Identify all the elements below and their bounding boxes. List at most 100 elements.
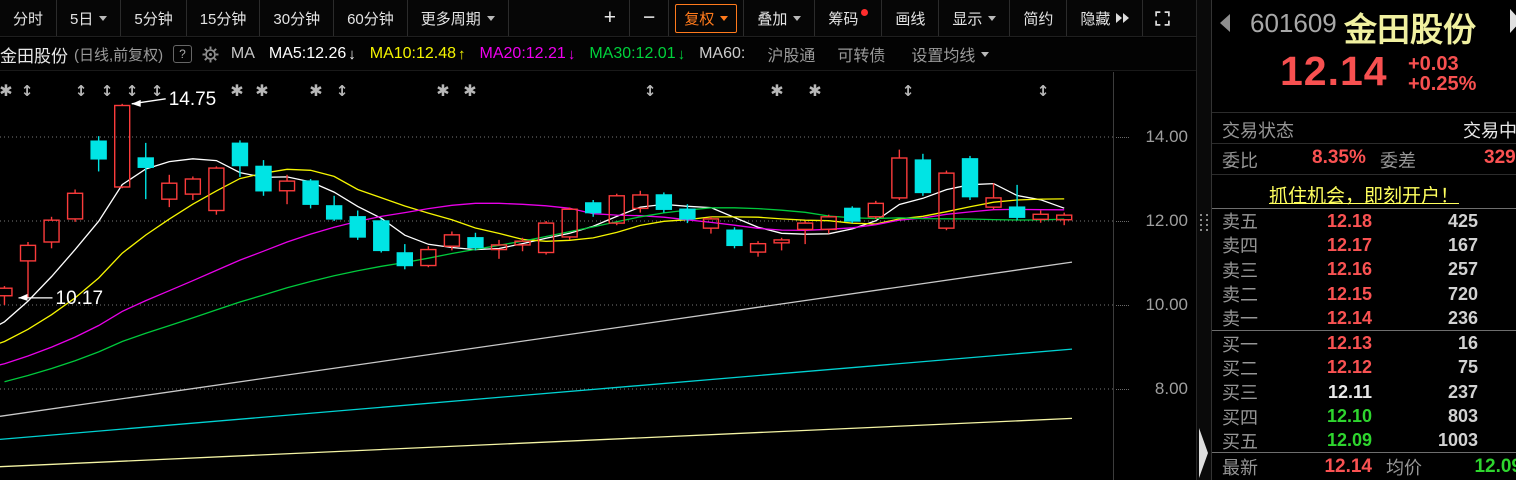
ma-value-1: MA10:12.48↑ <box>370 45 466 63</box>
sell-level-row-4[interactable]: 卖二12.15720 <box>1212 282 1516 306</box>
level-price: 12.14 <box>1284 308 1372 329</box>
panel-collapse-arrow-icon[interactable] <box>1199 428 1208 478</box>
annotation-label-10.17: 10.17 <box>56 288 104 309</box>
draw-line-button[interactable]: 画线 <box>882 0 939 36</box>
sell-level-row-5[interactable]: 卖一12.14236 <box>1212 306 1516 330</box>
level-price: 12.15 <box>1284 284 1372 305</box>
ex-dividend-marker-icon[interactable]: ✱ <box>463 81 476 100</box>
candle-down <box>327 206 342 219</box>
buy-level-row-1[interactable]: 买一12.1316 <box>1212 331 1516 355</box>
double-right-arrow-icon <box>1115 13 1129 23</box>
level-price: 12.18 <box>1284 211 1372 232</box>
period-button-15min[interactable]: 15分钟 <box>187 0 261 36</box>
ma-values-group: MA5:12.26↓MA10:12.48↑MA20:12.21↓MA30:12.… <box>255 45 745 63</box>
axis-label-8.00: 8.00 <box>1155 379 1188 399</box>
level-label: 卖四 <box>1212 232 1284 258</box>
candle-down <box>374 221 389 250</box>
notification-dot-icon <box>861 9 868 16</box>
ma-settings-label: 设置均线 <box>911 42 975 66</box>
period-button-60min[interactable]: 60分钟 <box>334 0 408 36</box>
candle-up <box>21 245 36 261</box>
candle-down <box>350 217 365 237</box>
buy-level-row-5[interactable]: 买五12.091003 <box>1212 429 1516 453</box>
gear-icon <box>202 46 219 63</box>
drag-grip-icon[interactable] <box>1200 214 1208 234</box>
buy-level-row-3[interactable]: 买三12.11237 <box>1212 380 1516 404</box>
level-volume: 16 <box>1372 333 1516 354</box>
trade-status-label: 交易状态 <box>1222 117 1294 143</box>
ex-dividend-marker-icon[interactable]: ✱ <box>436 81 449 100</box>
axis-label-10.00: 10.00 <box>1145 295 1188 315</box>
ma-value-0: MA5:12.26↓ <box>269 45 356 63</box>
sell-level-row-1[interactable]: 卖五12.18425 <box>1212 209 1516 233</box>
candle-down <box>138 158 153 167</box>
ex-dividend-marker-icon[interactable]: ✱ <box>230 81 243 100</box>
next-stock-arrow-icon[interactable] <box>1510 9 1516 33</box>
candle-up <box>444 235 459 246</box>
zoom-in-button[interactable]: + <box>591 0 630 36</box>
level-volume: 237 <box>1372 382 1516 403</box>
candle-up <box>280 181 295 191</box>
annotation-arrowhead <box>19 294 28 301</box>
ex-dividend-marker-icon[interactable]: ✱ <box>255 81 268 100</box>
event-arrow-marker-icon[interactable]: ↕ <box>644 82 657 100</box>
period-button-5day[interactable]: 5日 <box>57 0 121 36</box>
chips-button[interactable]: 筹码 <box>815 0 882 36</box>
level-label: 买一 <box>1212 331 1284 357</box>
period-button-30min[interactable]: 30分钟 <box>260 0 334 36</box>
level-label: 买二 <box>1212 355 1284 381</box>
period-button-minute[interactable]: 分时 <box>0 0 57 36</box>
fuquan-button[interactable]: 复权 <box>675 4 737 33</box>
axis-tick <box>1116 137 1129 138</box>
fullscreen-button[interactable] <box>1143 0 1182 36</box>
simple-button[interactable]: 简约 <box>1010 0 1067 36</box>
open-account-link[interactable]: 抓住机会，即刻开户！ <box>1212 181 1516 208</box>
stock-tag-1[interactable]: 可转债 <box>837 42 885 66</box>
prev-stock-arrow-icon[interactable] <box>1220 14 1230 32</box>
overlay-button[interactable]: 叠加 <box>744 0 815 36</box>
annotation-label-14.75: 14.75 <box>169 89 217 110</box>
ma-settings-button[interactable]: 设置均线 <box>911 42 989 66</box>
event-arrow-marker-icon[interactable]: ↕ <box>75 82 88 100</box>
buy-level-row-4[interactable]: 买四12.10803 <box>1212 404 1516 428</box>
last-price: 12.14 <box>1280 48 1388 95</box>
help-button[interactable]: ? <box>173 45 192 63</box>
weibi-value: 8.35% <box>1312 147 1366 169</box>
ma-value-3: MA30:12.01↓ <box>589 45 685 63</box>
buy-level-row-2[interactable]: 买二12.1275 <box>1212 356 1516 380</box>
level-volume: 75 <box>1372 357 1516 378</box>
event-arrow-marker-icon[interactable]: ↕ <box>126 82 139 100</box>
candle-down <box>915 160 930 192</box>
event-arrow-marker-icon[interactable]: ↕ <box>1037 82 1050 100</box>
candle-down <box>727 230 742 245</box>
ex-dividend-marker-icon[interactable]: ✱ <box>0 81 13 100</box>
event-arrow-marker-icon[interactable]: ↕ <box>21 82 34 100</box>
level-volume: 720 <box>1372 284 1516 305</box>
period-button-more-periods[interactable]: 更多周期 <box>408 0 509 36</box>
ex-dividend-marker-icon[interactable]: ✱ <box>309 81 322 100</box>
ex-dividend-marker-icon[interactable]: ✱ <box>770 81 783 100</box>
panel-resize-strip[interactable] <box>1196 0 1212 480</box>
event-arrow-marker-icon[interactable]: ↕ <box>902 82 915 100</box>
candle-up <box>751 244 766 252</box>
display-button[interactable]: 显示 <box>939 0 1010 36</box>
hide-button[interactable]: 隐藏 <box>1067 0 1143 36</box>
candle-down <box>256 166 271 190</box>
candle-up <box>1033 214 1048 219</box>
candle-up <box>68 193 83 219</box>
event-arrow-marker-icon[interactable]: ↕ <box>101 82 114 100</box>
axis-label-12.00: 12.00 <box>1145 211 1188 231</box>
zoom-out-button[interactable]: − <box>630 0 669 36</box>
period-button-5min[interactable]: 5分钟 <box>121 0 186 36</box>
stock-tag-0[interactable]: 沪股通 <box>767 42 815 66</box>
divider <box>1212 143 1516 144</box>
sell-level-row-2[interactable]: 卖四12.17167 <box>1212 233 1516 257</box>
ex-dividend-marker-icon[interactable]: ✱ <box>808 81 821 100</box>
event-arrow-marker-icon[interactable]: ↕ <box>151 82 164 100</box>
sell-level-row-3[interactable]: 卖三12.16257 <box>1212 258 1516 282</box>
event-arrow-marker-icon[interactable]: ↕ <box>336 82 349 100</box>
candlestick-chart[interactable]: ✱ ↕ ↕ ↕ ↕ ↕ ✱ ✱ ✱ ↕ ✱ ✱ ↕ ✱ ✱ ↕ ↕ 14.75 10.17 <box>0 72 1113 480</box>
indicator-settings-button[interactable] <box>202 46 219 63</box>
candle-up <box>115 106 130 187</box>
axis-tick <box>1116 305 1129 306</box>
